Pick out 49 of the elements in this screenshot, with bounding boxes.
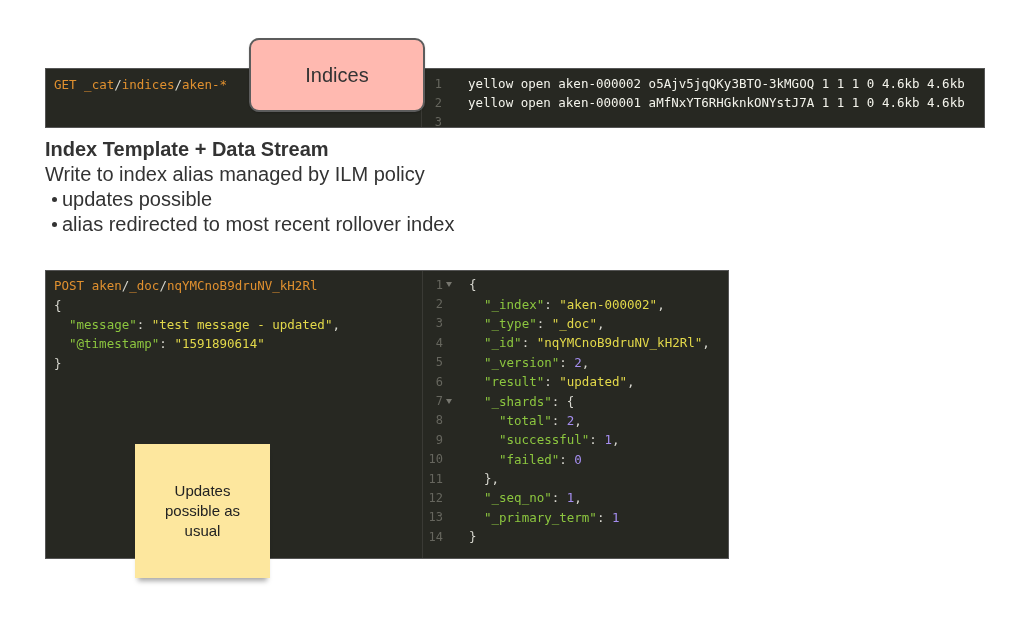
line-number: 13 [427,510,443,525]
line-number: 5 [434,355,443,370]
slide-heading: Index Template + Data Stream [45,137,330,162]
line-number: 1 [433,76,442,91]
line-number: 12 [427,491,443,505]
code-line: } [469,529,477,545]
line-number: 10 [427,452,443,467]
code-line: "_type": "_doc", [484,315,605,331]
code-line: "message": "test message - updated", [69,316,340,332]
code-line: "failed": 0 [499,451,582,467]
bullet-icon [52,222,57,227]
code-line: "_primary_term": 1 [484,509,620,525]
line-number: 3 [434,316,443,331]
code-line: "successful": 1, [499,432,620,448]
code-line: POST aken/_doc/nqYMCnoB9druNV_kH2Rl [54,278,318,294]
line-number: 11 [427,471,443,486]
bullet-text: alias redirected to most recent rollover index [62,212,455,237]
code-line: "total": 2, [499,412,582,428]
code-line: }, [484,471,500,487]
code-line: "@timestamp": "1591890614" [69,336,265,352]
code-line: "_index": "aken-000002", [484,296,665,312]
sticky-note-text: Updates possible as usual [163,481,241,541]
bullet-text: updates possible [62,187,213,212]
code-line: "_id": "nqYMCnoB9druNV_kH2Rl", [484,335,710,351]
line-number: 9 [434,432,443,447]
fold-caret-icon[interactable] [446,398,452,404]
code-line: GET _cat/indices/aken-* [54,77,228,92]
line-number: 1 [434,277,443,292]
code-line: yellow open aken-000002 o5Ajv5jqQKy3BTO-3kMGOQ 1 1 1 0 4.6kb 4.6kb [468,76,965,91]
bullet-icon [52,197,57,202]
fold-caret-icon[interactable] [446,282,452,288]
code-line: yellow open aken-000001 aMfNxYT6RHGknkONYstJ7A 1 1 1 0 4.6kb 4.6kb [468,95,965,110]
line-number: 7 [434,394,443,409]
code-line: { [469,277,477,293]
slide-subheading: Write to index alias managed by ILM policy [45,162,426,187]
line-number: 2 [433,95,442,110]
line-number: 14 [427,529,443,544]
code-line: "_shards": { [484,393,575,409]
line-number: 3 [433,114,442,129]
line-number: 6 [434,374,443,389]
line-number: 8 [434,413,443,428]
code-line: { [54,297,62,313]
code-line: } [54,355,62,371]
line-number: 4 [434,335,443,350]
code-line: "_seq_no": 1, [484,490,582,506]
line-number: 2 [434,297,443,312]
code-line: "_version": 2, [484,354,590,370]
indices-callout: Indices [249,38,425,112]
code-line: "result": "updated", [484,374,635,390]
